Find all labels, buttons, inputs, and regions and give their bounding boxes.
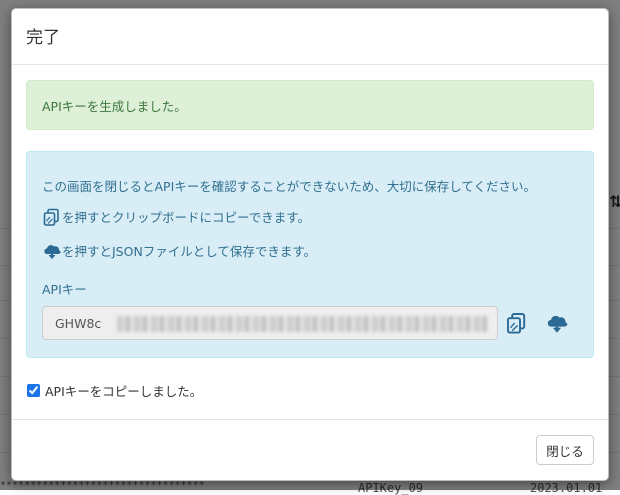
modal-header: 完了	[12, 9, 608, 65]
apikey-redacted	[117, 316, 487, 332]
copied-checkbox[interactable]	[27, 384, 40, 397]
cloud-download-icon	[42, 241, 62, 261]
copy-icon	[507, 313, 526, 334]
apikey-label: APIキー	[42, 282, 87, 297]
copy-hint-text: を押すとクリップボードにコピーできます。	[62, 210, 311, 225]
success-alert: APIキーを生成しました。	[26, 80, 594, 130]
download-hint-text: を押すとJSONファイルとして保存できます。	[62, 244, 317, 259]
apikey-field[interactable]: GHW8c	[42, 306, 498, 340]
copied-checkbox-label: APIキーをコピーしました。	[45, 384, 203, 399]
copy-button[interactable]	[505, 311, 531, 337]
warning-text: この画面を閉じるとAPIキーを確認することができないため、大切に保存してください…	[42, 179, 537, 194]
close-button[interactable]: 閉じる	[536, 435, 594, 465]
info-alert: この画面を閉じるとAPIキーを確認することができないため、大切に保存してください…	[26, 151, 594, 358]
cloud-download-icon	[547, 315, 568, 333]
modal-footer: 閉じる	[12, 419, 608, 480]
success-message: APIキーを生成しました。	[42, 99, 187, 114]
copied-confirmation[interactable]: APIキーをコピーしました。	[27, 381, 202, 400]
modal-title: 完了	[26, 28, 60, 48]
download-json-button[interactable]	[545, 311, 571, 337]
apikey-complete-dialog: 完了 APIキーを生成しました。 この画面を閉じるとAPIキーを確認することがで…	[11, 8, 609, 481]
apikey-value: GHW8c	[55, 316, 102, 331]
copy-hint-line: を押すとクリップボードにコピーできます。	[42, 207, 310, 227]
copy-icon	[42, 207, 62, 227]
download-hint-line: を押すとJSONファイルとして保存できます。	[42, 241, 316, 261]
